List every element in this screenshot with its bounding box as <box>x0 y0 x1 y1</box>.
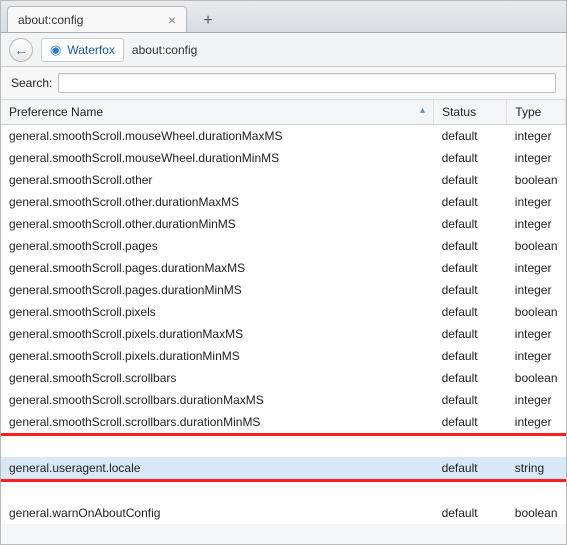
search-label: Search: <box>11 76 52 90</box>
search-input[interactable] <box>58 73 556 93</box>
identity-box[interactable]: ◉ Waterfox <box>41 38 124 62</box>
cell-name: general.smoothScroll.pages <box>1 235 434 257</box>
cell-type: boolean <box>507 301 566 323</box>
cell-type: boolean <box>507 235 566 257</box>
table-row[interactable]: general.smoothScroll.other.durationMaxMS… <box>1 191 566 213</box>
table-row[interactable]: general.smoothScroll.mouseWheel.duration… <box>1 125 566 148</box>
back-button[interactable]: ← <box>9 38 33 62</box>
cell-type: integer <box>507 345 566 367</box>
table-row[interactable]: general.smoothScroll.scrollbars.duration… <box>1 389 566 411</box>
cell-name: general.smoothScroll.pages.durationMinMS <box>1 279 434 301</box>
address-text[interactable]: about:config <box>132 43 197 57</box>
col-preference-name[interactable]: Preference Name ▴ <box>1 100 434 125</box>
cell-name: general.smoothScroll.pixels <box>1 301 434 323</box>
browser-tab[interactable]: about:config × <box>7 6 187 32</box>
cell-name: general.smoothScroll.scrollbars.duration… <box>1 411 434 435</box>
search-row: Search: <box>1 67 566 100</box>
pref-table: Preference Name ▴ Status Type general.sm… <box>1 100 566 524</box>
plus-icon: + <box>203 12 212 30</box>
cell-type: integer <box>507 125 566 148</box>
cell-status: default <box>434 502 507 524</box>
cell-type: integer <box>507 389 566 411</box>
cell-status: default <box>434 191 507 213</box>
cell-name: general.useragent.locale <box>1 457 434 481</box>
table-row[interactable]: general.useragent.localedefaultstring <box>1 457 566 481</box>
cell-status: default <box>434 323 507 345</box>
back-arrow-icon: ← <box>14 42 28 58</box>
tab-title: about:config <box>18 13 154 27</box>
cell-type: integer <box>507 147 566 169</box>
globe-icon: ◉ <box>50 42 61 58</box>
table-row[interactable]: general.warnOnAboutConfigdefaultboolean <box>1 502 566 524</box>
cell-status: default <box>434 257 507 279</box>
brand-label: Waterfox <box>67 43 115 57</box>
table-row[interactable]: general.smoothScroll.pixels.durationMaxM… <box>1 323 566 345</box>
cell-status: default <box>434 345 507 367</box>
cell-name: general.smoothScroll.other <box>1 169 434 191</box>
table-row[interactable]: general.smoothScroll.mouseWheel.duration… <box>1 147 566 169</box>
nav-bar: ← ◉ Waterfox about:config <box>1 33 566 67</box>
cell-type: integer <box>507 191 566 213</box>
cell-name: general.smoothScroll.other.durationMaxMS <box>1 191 434 213</box>
cell-status: default <box>434 147 507 169</box>
table-header-row: Preference Name ▴ Status Type <box>1 100 566 125</box>
cell-type: integer <box>507 411 566 435</box>
new-tab-button[interactable]: + <box>195 10 221 32</box>
cell-status: default <box>434 169 507 191</box>
pref-table-wrap: Preference Name ▴ Status Type general.sm… <box>1 100 566 524</box>
cell-status: default <box>434 125 507 148</box>
cell-status: default <box>434 213 507 235</box>
cell-type: integer <box>507 213 566 235</box>
cell-name: general.smoothScroll.pixels.durationMaxM… <box>1 323 434 345</box>
tab-strip: about:config × + <box>1 1 566 33</box>
table-row[interactable]: general.smoothScroll.scrollbarsdefaultbo… <box>1 367 566 389</box>
cell-type: boolean <box>507 502 566 524</box>
cell-type: string <box>507 457 566 481</box>
cell-name: general.smoothScroll.pixels.durationMinM… <box>1 345 434 367</box>
cell-name: general.smoothScroll.pages.durationMaxMS <box>1 257 434 279</box>
table-row[interactable]: general.smoothScroll.pixels.durationMinM… <box>1 345 566 367</box>
table-row[interactable]: general.smoothScroll.scrollbars.duration… <box>1 411 566 435</box>
table-row[interactable]: general.smoothScroll.pagesdefaultboolean <box>1 235 566 257</box>
table-row[interactable]: general.smoothScroll.otherdefaultboolean <box>1 169 566 191</box>
cell-status: default <box>434 367 507 389</box>
sort-asc-icon: ▴ <box>420 105 425 116</box>
cell-name: general.smoothScroll.mouseWheel.duration… <box>1 125 434 148</box>
cell-name: general.smoothScroll.mouseWheel.duration… <box>1 147 434 169</box>
table-row[interactable]: general.smoothScroll.other.durationMinMS… <box>1 213 566 235</box>
table-row[interactable]: general.smoothScroll.pages.durationMinMS… <box>1 279 566 301</box>
cell-status: default <box>434 279 507 301</box>
cell-name: general.smoothScroll.other.durationMinMS <box>1 213 434 235</box>
highlight-marker-top <box>1 435 566 457</box>
cell-status: default <box>434 411 507 435</box>
col-status[interactable]: Status <box>434 100 507 125</box>
highlight-marker-bottom <box>1 480 566 502</box>
cell-type: integer <box>507 279 566 301</box>
cell-status: default <box>434 457 507 481</box>
close-icon[interactable]: × <box>168 13 176 27</box>
table-row[interactable]: general.smoothScroll.pages.durationMaxMS… <box>1 257 566 279</box>
cell-status: default <box>434 235 507 257</box>
cell-type: boolean <box>507 169 566 191</box>
table-row[interactable]: general.smoothScroll.pixelsdefaultboolea… <box>1 301 566 323</box>
cell-type: integer <box>507 257 566 279</box>
cell-type: boolean <box>507 367 566 389</box>
cell-status: default <box>434 301 507 323</box>
cell-type: integer <box>507 323 566 345</box>
cell-status: default <box>434 389 507 411</box>
cell-name: general.warnOnAboutConfig <box>1 502 434 524</box>
cell-name: general.smoothScroll.scrollbars.duration… <box>1 389 434 411</box>
col-type[interactable]: Type <box>507 100 566 125</box>
cell-name: general.smoothScroll.scrollbars <box>1 367 434 389</box>
